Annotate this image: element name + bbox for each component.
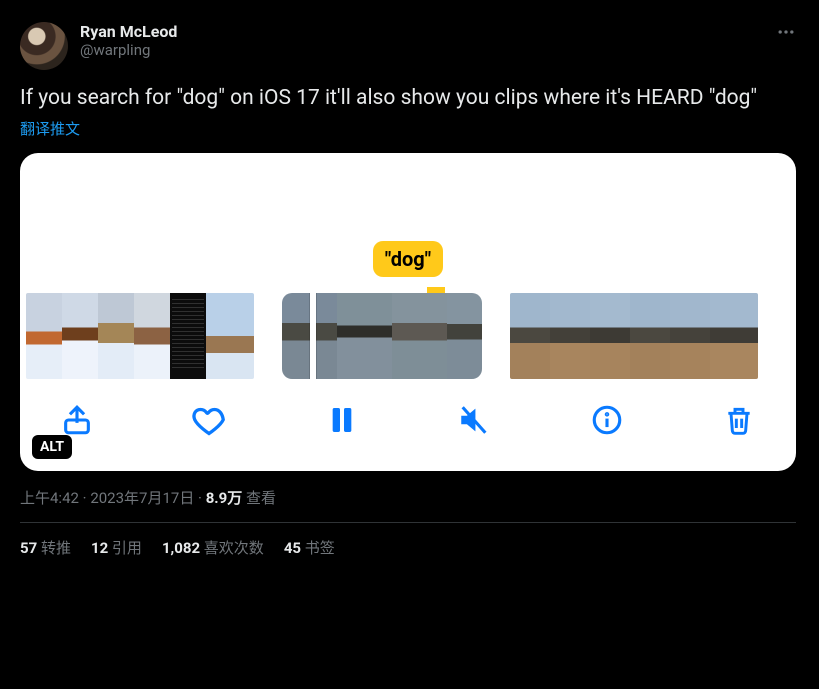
user-block[interactable]: Ryan McLeod @warpling (80, 22, 177, 59)
tweet-container: Ryan McLeod @warpling If you search for … (4, 10, 812, 570)
display-name: Ryan McLeod (80, 22, 177, 41)
retweets-stat[interactable]: 57 转推 (20, 537, 71, 558)
clip-thumb (26, 293, 62, 379)
clip-thumb (550, 293, 590, 379)
views-label: 查看 (246, 489, 276, 507)
playhead[interactable] (310, 293, 316, 379)
caption-row: "dog" (20, 241, 796, 277)
clip-thumb (392, 293, 447, 379)
more-icon[interactable] (776, 22, 796, 46)
media-card[interactable]: "dog" (20, 153, 796, 471)
clip-thumb (630, 293, 670, 379)
clip-thumb (510, 293, 550, 379)
tweet-header: Ryan McLeod @warpling (20, 22, 796, 70)
tweet-time: 上午4:42 (20, 489, 79, 507)
clip-thumb (206, 293, 254, 379)
media-toolbar (20, 379, 796, 471)
avatar[interactable] (20, 22, 68, 70)
clip-thumb (590, 293, 630, 379)
views-count: 8.9万 (206, 489, 243, 507)
video-timeline[interactable] (20, 291, 796, 379)
likes-stat[interactable]: 1,082 喜欢次数 (162, 537, 264, 558)
info-icon[interactable] (586, 399, 628, 441)
clip-thumb (134, 293, 170, 379)
mute-icon[interactable] (453, 399, 495, 441)
tweet-text: If you search for "dog" on iOS 17 it'll … (20, 84, 796, 112)
translate-link[interactable]: 翻译推文 (20, 118, 796, 139)
caption-pill: "dog" (373, 241, 443, 277)
clip-strip-2[interactable] (282, 293, 482, 379)
clip-thumb (750, 293, 758, 379)
clip-thumb (710, 293, 750, 379)
bookmarks-stat[interactable]: 45 书签 (284, 537, 335, 558)
clip-thumb (447, 293, 482, 379)
alt-badge[interactable]: ALT (32, 435, 72, 459)
heart-icon[interactable] (188, 399, 230, 441)
stats-row: 57 转推 12 引用 1,082 喜欢次数 45 书签 (20, 537, 796, 558)
trash-icon[interactable] (718, 399, 760, 441)
clip-thumb (170, 293, 206, 379)
pause-icon[interactable] (321, 399, 363, 441)
clip-thumb (98, 293, 134, 379)
tweet-date: 2023年7月17日 (90, 489, 194, 507)
timestamp-line[interactable]: 上午4:42 · 2023年7月17日 · 8.9万 查看 (20, 487, 796, 523)
quotes-stat[interactable]: 12 引用 (91, 537, 142, 558)
clip-strip-1[interactable] (26, 293, 254, 379)
clip-thumb (337, 293, 392, 379)
clip-thumb (62, 293, 98, 379)
clip-thumb (670, 293, 710, 379)
clip-strip-3[interactable] (510, 293, 758, 379)
user-handle: @warpling (80, 41, 177, 59)
